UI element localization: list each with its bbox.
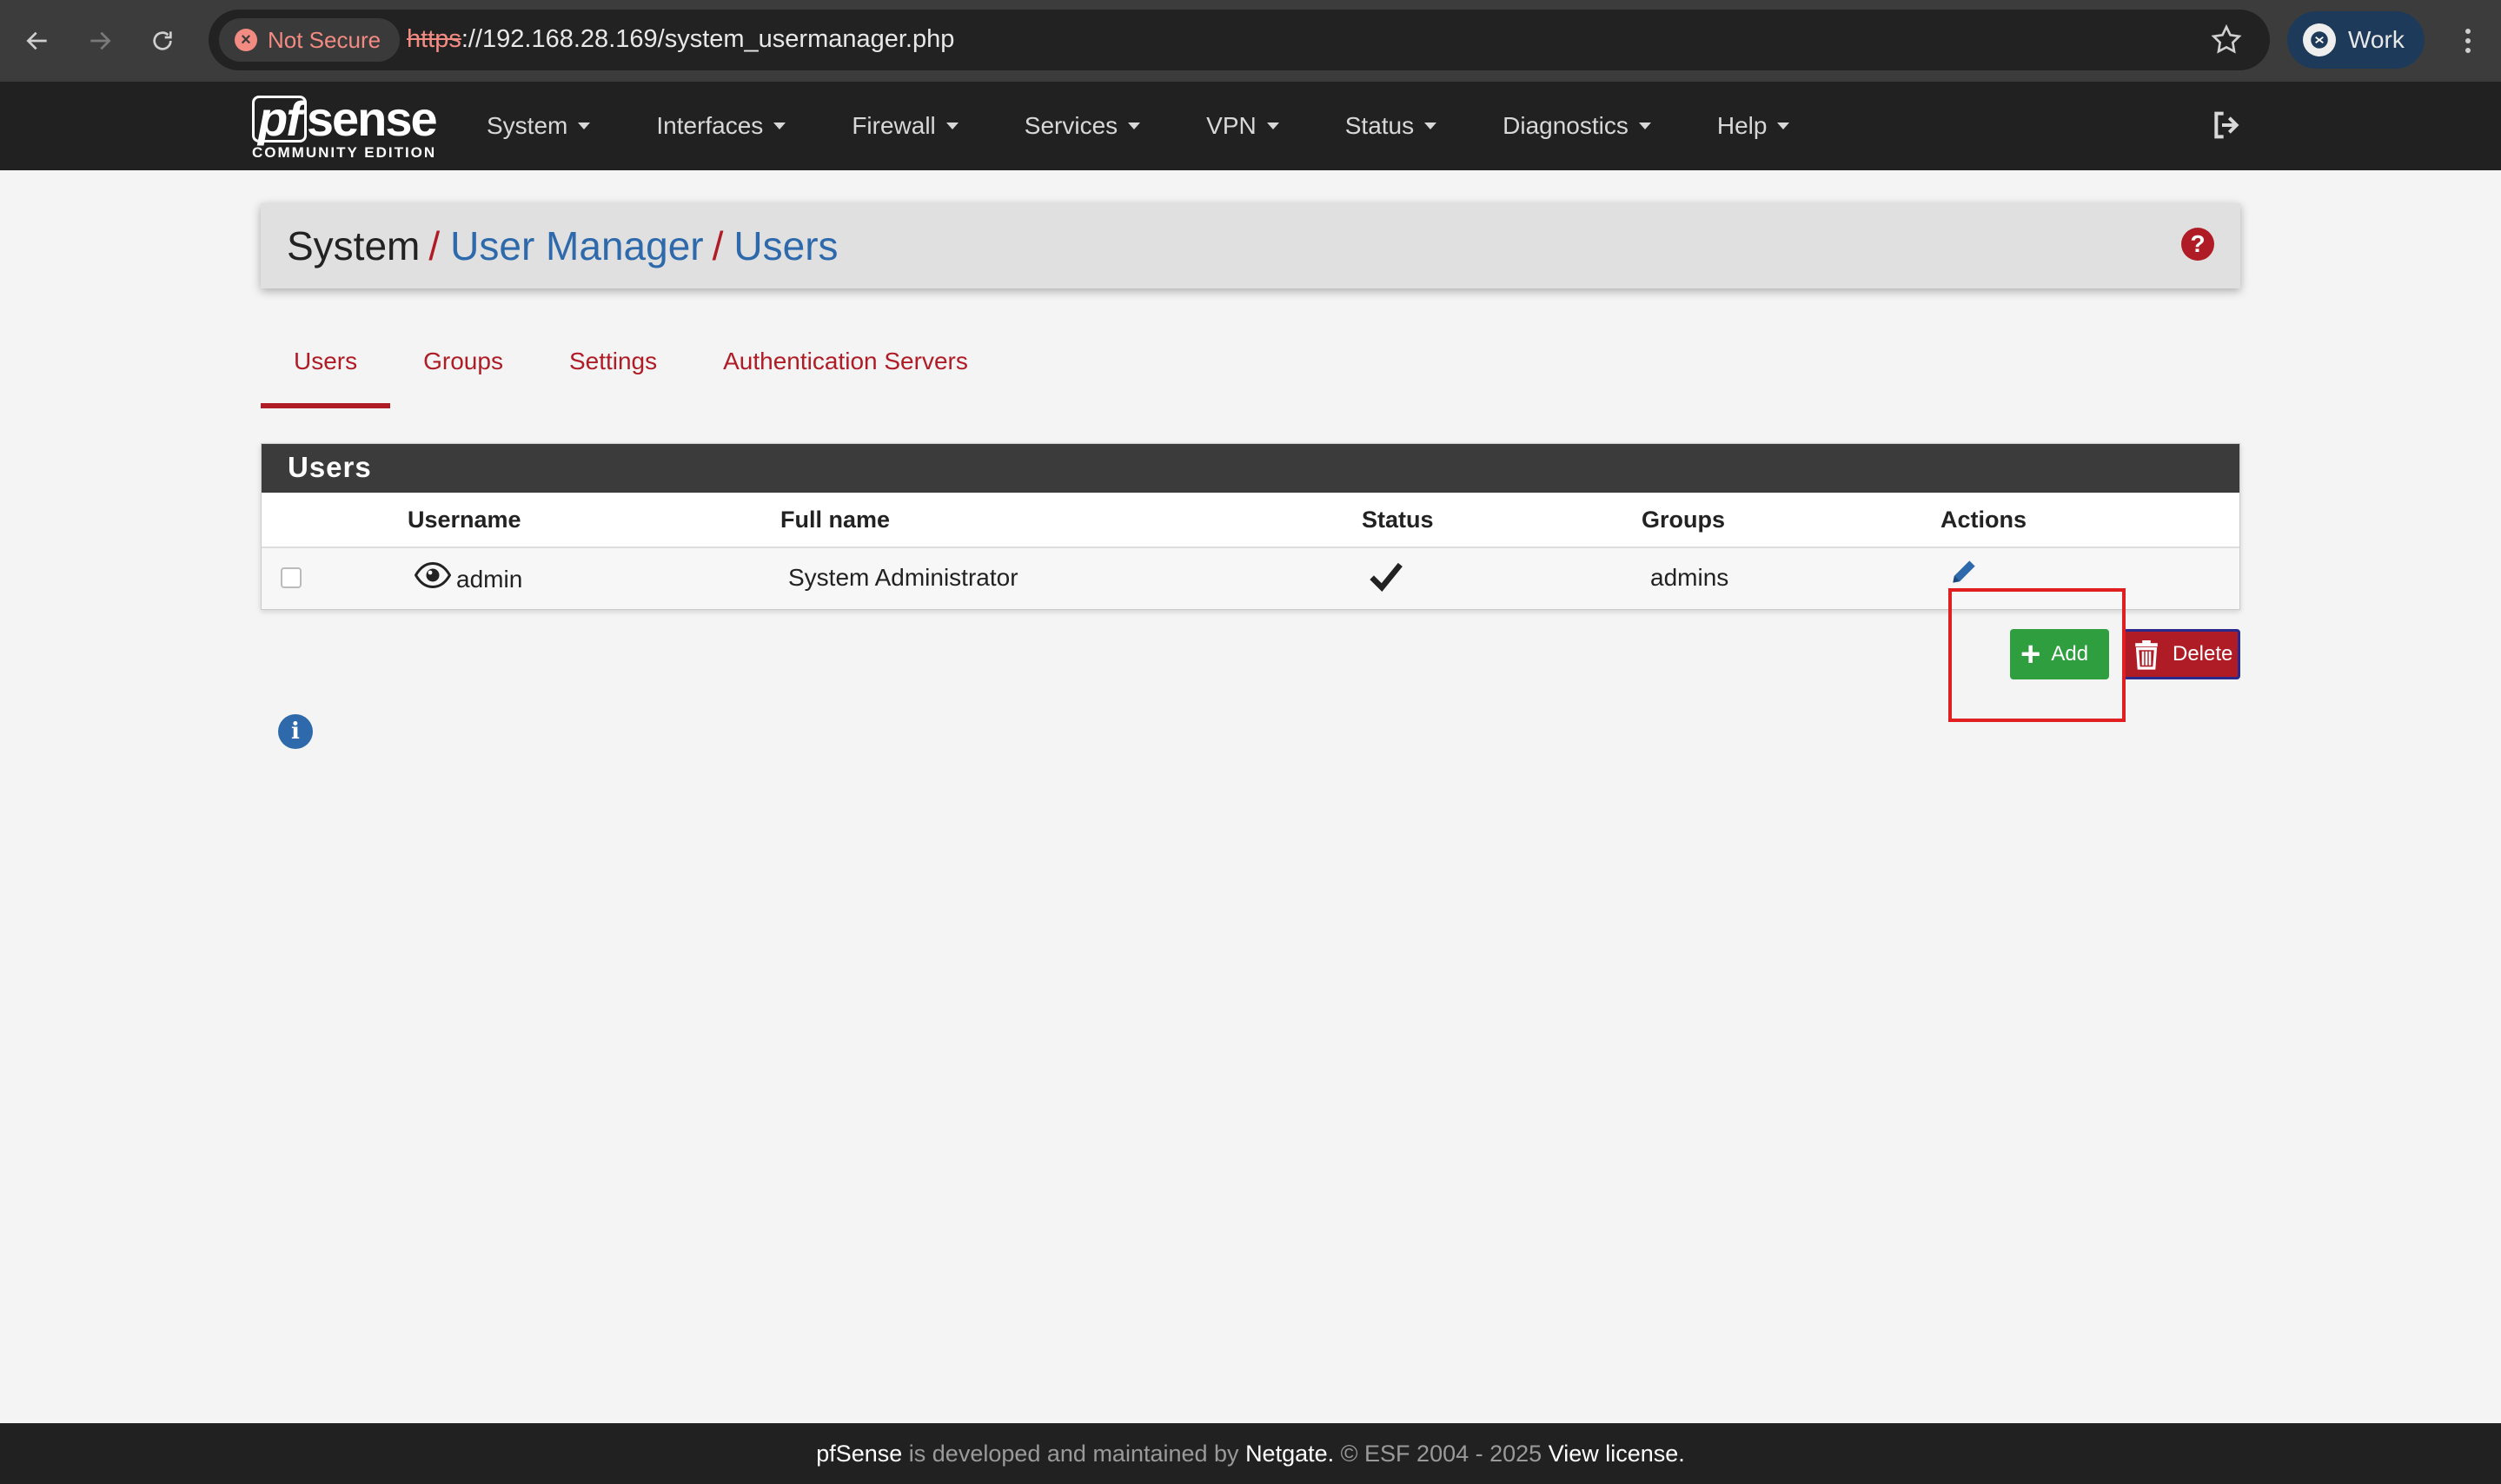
column-status: Status — [1362, 507, 1434, 533]
menu-firewall[interactable]: Firewall — [852, 112, 959, 140]
delete-users-button[interactable]: Delete — [2123, 629, 2240, 679]
pfsense-logo[interactable]: pf sense COMMUNITY EDITION — [252, 90, 438, 163]
info-icon[interactable]: i — [278, 714, 313, 749]
groups-cell: admins — [1650, 564, 1729, 591]
logo-subtitle: COMMUNITY EDITION — [252, 144, 437, 161]
menu-diagnostics[interactable]: Diagnostics — [1503, 112, 1651, 140]
help-icon[interactable]: ? — [2181, 228, 2214, 261]
footer-text: is developed and maintained by — [902, 1440, 1246, 1467]
users-panel: Users Username Full name Status Groups A… — [261, 443, 2240, 610]
username-cell: admin — [456, 566, 523, 593]
caret-down-icon — [1424, 123, 1437, 129]
footer-copyright: © ESF 2004 - 2025 — [1334, 1440, 1549, 1467]
table-row: admin System Administrator admins — [262, 548, 2239, 609]
caret-down-icon — [1638, 123, 1651, 129]
breadcrumb: System / User Manager / Users — [287, 222, 839, 269]
column-full-name: Full name — [780, 507, 891, 533]
tab-authentication-servers[interactable]: Authentication Servers — [690, 339, 1001, 408]
breadcrumb-panel: System / User Manager / Users ? — [261, 203, 2240, 288]
arrow-right-icon — [90, 31, 111, 50]
tab-settings[interactable]: Settings — [536, 339, 690, 408]
breadcrumb-separator: / — [428, 223, 441, 268]
top-navbar: pf sense COMMUNITY EDITION System Interfa… — [0, 82, 2501, 170]
footer-brand: pfSense — [816, 1440, 903, 1467]
reload-icon — [153, 31, 172, 50]
tab-users[interactable]: Users — [261, 339, 391, 408]
url-scheme: https — [407, 25, 461, 53]
main-menu: System Interfaces Firewall Services VPN … — [487, 82, 1855, 170]
breadcrumb-user-manager[interactable]: User Manager — [450, 223, 703, 268]
full-name-cell: System Administrator — [788, 564, 1018, 591]
menu-services[interactable]: Services — [1025, 112, 1141, 140]
url-text[interactable]: https://192.168.28.169/system_usermanage… — [407, 25, 954, 54]
menu-vpn[interactable]: VPN — [1206, 112, 1279, 140]
breadcrumb-system: System — [287, 223, 421, 268]
caret-down-icon — [773, 123, 786, 129]
column-actions: Actions — [1940, 507, 2027, 533]
security-indicator[interactable]: × Not Secure — [219, 18, 401, 62]
column-username: Username — [408, 507, 521, 533]
footer-company-link[interactable]: Netgate. — [1245, 1441, 1334, 1467]
trash-icon — [2135, 640, 2158, 670]
tab-bar: Users Groups Settings Authentication Ser… — [261, 339, 1001, 408]
pencil-edit-icon[interactable] — [1947, 555, 1980, 588]
menu-interfaces[interactable]: Interfaces — [656, 112, 786, 140]
url-path: ://192.168.28.169/system_usermanager.php — [461, 25, 955, 53]
table-header: Username Full name Status Groups Actions — [262, 493, 2239, 548]
check-icon — [1370, 562, 1403, 592]
caret-down-icon — [1777, 123, 1790, 129]
caret-down-icon — [945, 123, 959, 129]
back-button[interactable] — [16, 19, 59, 63]
browser-menu-icon[interactable] — [2451, 19, 2485, 63]
profile-button[interactable]: Work — [2287, 11, 2425, 69]
breadcrumb-separator: / — [712, 223, 724, 268]
logo-wordmark: pf sense — [252, 90, 438, 147]
reload-button[interactable] — [141, 19, 184, 63]
profile-name: Work — [2348, 26, 2405, 53]
profile-avatar-icon — [2303, 23, 2336, 56]
row-select-checkbox[interactable] — [281, 567, 302, 588]
delete-label: Delete — [2173, 642, 2233, 666]
menu-help[interactable]: Help — [1717, 112, 1790, 140]
column-groups: Groups — [1642, 507, 1726, 533]
security-label: Not Secure — [268, 26, 381, 53]
arrow-left-icon — [26, 31, 47, 50]
menu-system[interactable]: System — [487, 112, 591, 140]
panel-heading: Users — [262, 444, 2239, 493]
bookmark-star-icon[interactable] — [2209, 23, 2244, 57]
highlight-annotation — [1948, 588, 2126, 722]
address-bar[interactable]: × Not Secure https://192.168.28.169/syst… — [209, 10, 2270, 70]
logout-icon[interactable] — [2209, 108, 2244, 142]
tab-groups[interactable]: Groups — [390, 339, 536, 408]
caret-down-icon — [578, 123, 591, 129]
browser-toolbar: × Not Secure https://192.168.28.169/syst… — [0, 0, 2501, 82]
breadcrumb-users[interactable]: Users — [733, 223, 838, 268]
eye-icon — [415, 562, 451, 588]
warning-icon: × — [235, 29, 257, 51]
menu-status[interactable]: Status — [1345, 112, 1437, 140]
forward-button[interactable] — [78, 19, 122, 63]
footer: pfSense is developed and maintained by N… — [0, 1423, 2501, 1484]
caret-down-icon — [1266, 123, 1279, 129]
caret-down-icon — [1128, 123, 1141, 129]
footer-license-link[interactable]: View license. — [1549, 1441, 1685, 1467]
